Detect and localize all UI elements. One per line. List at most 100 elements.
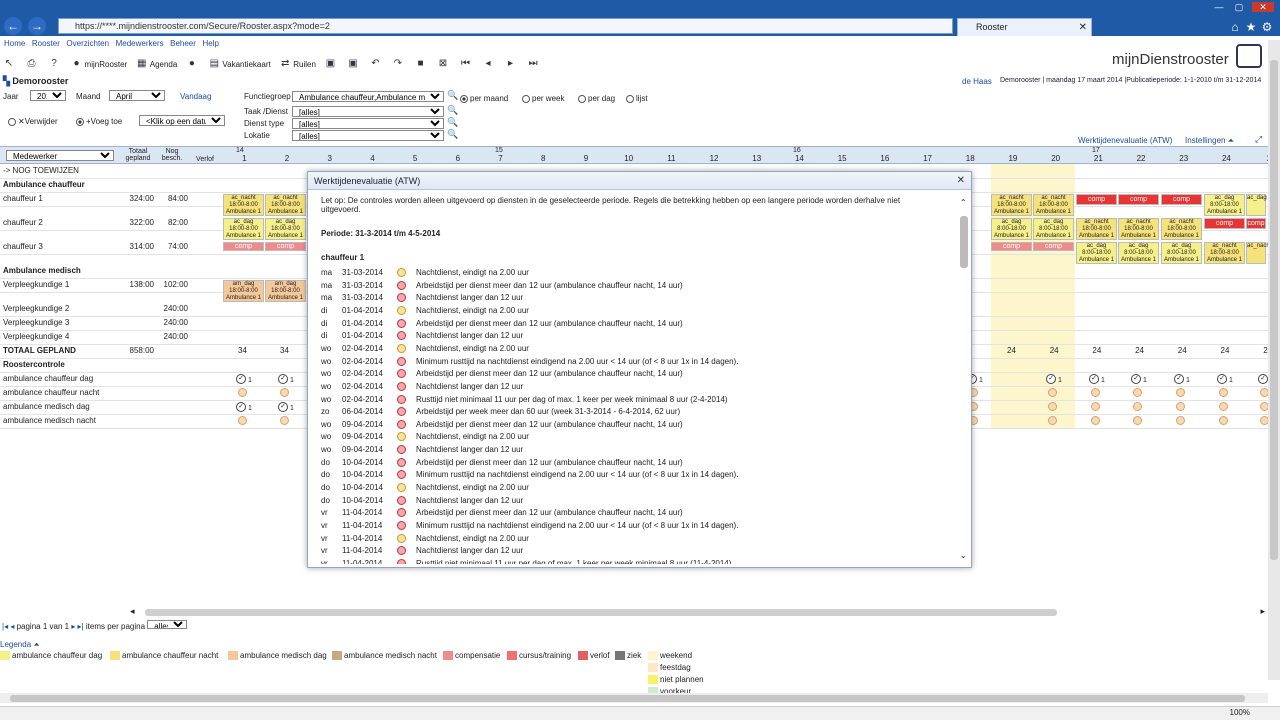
- shift-cell[interactable]: ac_nacht 18:00-8:00 Ambulance 1: [265, 194, 306, 216]
- shift-cell[interactable]: am_dag 18:00-8:00 Ambulance 1: [265, 280, 306, 302]
- vandaag-link[interactable]: Vandaag: [180, 92, 211, 101]
- taak-search-icon[interactable]: 🔍: [447, 105, 458, 116]
- day-header-7[interactable]: 7: [479, 154, 522, 163]
- shift-cell-comp[interactable]: comp: [223, 242, 264, 251]
- settings-gear-icon[interactable]: ⚙: [1260, 20, 1274, 34]
- shift-cell[interactable]: ac_nacht 18:00-8:00 Ambulance 1: [1033, 194, 1074, 216]
- page-horizontal-scrollbar[interactable]: [0, 693, 1268, 703]
- back-button[interactable]: ←: [4, 17, 22, 35]
- shift-cell-comp[interactable]: comp: [265, 242, 306, 251]
- dialog-scroll-thumb[interactable]: [960, 216, 968, 268]
- shift-cell-comp[interactable]: comp: [1076, 194, 1117, 205]
- browser-tab[interactable]: Rooster ✕: [957, 18, 1092, 36]
- day-header-23[interactable]: 23: [1162, 154, 1205, 163]
- day-header-2[interactable]: 2: [266, 154, 309, 163]
- menu-medewerkers[interactable]: Medewerkers: [116, 39, 164, 48]
- menu-beheer[interactable]: Beheer: [170, 39, 196, 48]
- shift-cell[interactable]: ac_dag 18:00-8:00 Ambulance 1: [265, 218, 306, 240]
- lock-button[interactable]: ■: [414, 56, 428, 72]
- items-per-page-select[interactable]: alles: [147, 620, 188, 629]
- day-header-16[interactable]: 16: [864, 154, 907, 163]
- day-header-21[interactable]: 21: [1077, 154, 1120, 163]
- current-user[interactable]: de Haas: [962, 77, 992, 86]
- shift-cell-comp[interactable]: comp: [1118, 194, 1159, 205]
- shift-cell[interactable]: ac_nacht 18:00-8:00 Ambulance 1: [1076, 218, 1117, 240]
- voeg-toe-option[interactable]: +Voeg toe: [76, 117, 122, 126]
- first-page-button[interactable]: ⏮: [460, 56, 474, 72]
- day-header-17[interactable]: 17: [906, 154, 949, 163]
- day-header-24[interactable]: 24: [1205, 154, 1248, 163]
- scroll-up-icon[interactable]: ⌃: [960, 198, 967, 207]
- radio-voeg-toe[interactable]: [76, 117, 84, 126]
- redo-button[interactable]: ↷: [392, 56, 406, 72]
- maand-select[interactable]: April: [109, 90, 165, 101]
- print-button[interactable]: ⎙: [26, 56, 40, 72]
- lokatie-select[interactable]: [alles]: [292, 130, 444, 141]
- day-header-11[interactable]: 11: [650, 154, 693, 163]
- scroll-down-icon[interactable]: ⌄: [960, 551, 967, 560]
- prev-page-button[interactable]: ◂: [482, 56, 496, 72]
- vakantiekaart-button[interactable]: ▤ Vakantiekaart: [208, 56, 271, 72]
- day-header-15[interactable]: 15: [821, 154, 864, 163]
- export-button[interactable]: ⊠: [437, 56, 451, 72]
- radio-lijst[interactable]: [626, 94, 634, 103]
- paste-button[interactable]: ▣: [347, 56, 361, 72]
- diensttype-search-icon[interactable]: 🔍: [447, 117, 458, 128]
- legend-toggle[interactable]: Legenda ⏶: [0, 640, 900, 650]
- page-vertical-scrollbar[interactable]: [1268, 40, 1280, 680]
- window-close-icon[interactable]: ✕: [1252, 2, 1274, 12]
- grid-horizontal-scrollbar[interactable]: ◂ ▸: [130, 606, 1265, 617]
- day-header-22[interactable]: 22: [1120, 154, 1163, 163]
- shift-cell[interactable]: ac_dag 8:00-18:00 Ambulance 1: [991, 218, 1032, 240]
- users-button[interactable]: ●: [186, 56, 200, 72]
- shift-cell[interactable]: am_dag 18:00-8:00 Ambulance 1: [223, 280, 264, 302]
- view-per-dag[interactable]: per dag: [578, 94, 615, 103]
- shift-cell[interactable]: ac_nacht 18:00-8:00 Ambulance 1: [991, 194, 1032, 216]
- maximize-icon[interactable]: ▢: [1232, 2, 1246, 12]
- shift-cell[interactable]: ac_dag 8:00-18:00 Ambulance 1: [1161, 242, 1202, 264]
- tab-close-icon[interactable]: ✕: [1079, 19, 1087, 36]
- select-tool-button[interactable]: ↖: [3, 56, 17, 72]
- help-button[interactable]: ?: [48, 56, 62, 72]
- day-header-13[interactable]: 13: [735, 154, 778, 163]
- functiegroep-search-icon[interactable]: 🔍: [447, 90, 458, 101]
- shift-cell[interactable]: ac_nacht 18:00-8:00 Ambulance 1: [1118, 218, 1159, 240]
- menu-overzichten[interactable]: Overzichten: [66, 39, 109, 48]
- instellingen-link[interactable]: Instellingen ⏶: [1185, 136, 1234, 146]
- shift-cell[interactable]: ac_dag 8:00-18:00 Ambulance 1: [1076, 242, 1117, 264]
- ruilen-button[interactable]: ⇄ Ruilen: [279, 56, 316, 72]
- menu-home[interactable]: Home: [4, 39, 25, 48]
- forward-button[interactable]: →: [28, 17, 46, 35]
- shift-cell[interactable]: ac_nacht 18:00-8:00 Ambulance 1: [223, 194, 264, 216]
- day-header-6[interactable]: 6: [437, 154, 480, 163]
- last-page-icon[interactable]: ▸ ▸|: [71, 622, 83, 631]
- mijnrooster-button[interactable]: ● mijnRooster: [71, 56, 128, 72]
- shift-cell-comp[interactable]: comp: [1204, 218, 1245, 229]
- address-bar[interactable]: https://****.mijndienstrooster.com/Secur…: [58, 18, 953, 34]
- functiegroep-select[interactable]: Ambulance chauffeur,Ambulance medis: [292, 91, 444, 102]
- day-header-12[interactable]: 12: [693, 154, 736, 163]
- day-header-8[interactable]: 8: [522, 154, 565, 163]
- radio-verwijder[interactable]: [8, 117, 16, 126]
- atw-link[interactable]: Werktijdenevaluatie (ATW): [1078, 136, 1172, 145]
- menu-rooster[interactable]: Rooster: [32, 39, 60, 48]
- verwijder-option[interactable]: ✕Verwijder: [8, 117, 58, 126]
- next-page-button[interactable]: ▸: [505, 56, 519, 72]
- day-header-14[interactable]: 14: [778, 154, 821, 163]
- diensttype-select[interactable]: [alles]: [292, 118, 444, 129]
- copy-button[interactable]: ▣: [324, 56, 338, 72]
- menu-help[interactable]: Help: [202, 39, 218, 48]
- favorites-star-icon[interactable]: ★: [1244, 20, 1258, 34]
- expand-icon[interactable]: ⤢: [1255, 134, 1262, 145]
- view-lijst[interactable]: lijst: [626, 94, 648, 103]
- radio-per-maand[interactable]: [460, 94, 468, 103]
- scroll-right-icon[interactable]: ▸: [1260, 606, 1265, 617]
- shift-cell-comp[interactable]: comp: [1033, 242, 1074, 251]
- page-vscroll-thumb[interactable]: [1270, 60, 1278, 560]
- datum-select[interactable]: <Klik op een datum>: [139, 115, 225, 126]
- shift-cell[interactable]: ac_dag 8:00-18:00 Ambulance 1: [1118, 242, 1159, 264]
- shift-cell[interactable]: ac_dag: [1246, 194, 1267, 216]
- taak-select[interactable]: [alles]: [292, 106, 444, 117]
- radio-per-week[interactable]: [522, 94, 530, 103]
- scroll-left-icon[interactable]: ◂: [130, 606, 135, 617]
